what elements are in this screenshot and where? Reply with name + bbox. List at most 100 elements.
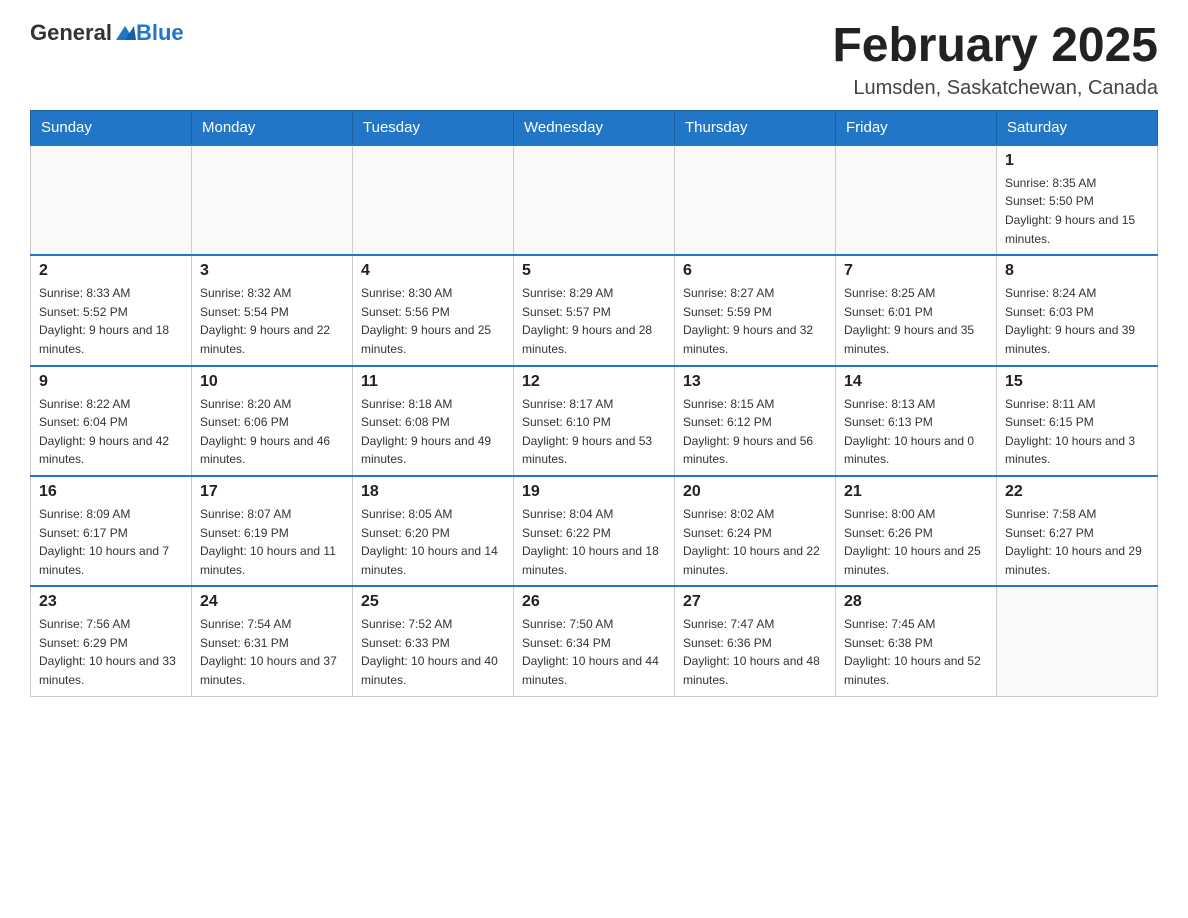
day-number: 12 <box>522 373 666 391</box>
day-number: 15 <box>1005 373 1149 391</box>
day-info: Sunrise: 8:05 AM Sunset: 6:20 PM Dayligh… <box>361 505 505 579</box>
day-info: Sunrise: 8:13 AM Sunset: 6:13 PM Dayligh… <box>844 395 988 469</box>
col-saturday: Saturday <box>997 110 1158 145</box>
day-info: Sunrise: 8:09 AM Sunset: 6:17 PM Dayligh… <box>39 505 183 579</box>
table-row: 18 Sunrise: 8:05 AM Sunset: 6:20 PM Dayli… <box>353 476 514 586</box>
table-row: 5 Sunrise: 8:29 AM Sunset: 5:57 PM Daylig… <box>514 255 675 365</box>
day-info: Sunrise: 8:30 AM Sunset: 5:56 PM Dayligh… <box>361 284 505 358</box>
day-number: 10 <box>200 373 344 391</box>
table-row: 17 Sunrise: 8:07 AM Sunset: 6:19 PM Dayli… <box>192 476 353 586</box>
table-row: 2 Sunrise: 8:33 AM Sunset: 5:52 PM Daylig… <box>31 255 192 365</box>
day-info: Sunrise: 8:15 AM Sunset: 6:12 PM Dayligh… <box>683 395 827 469</box>
day-number: 22 <box>1005 483 1149 501</box>
table-row <box>514 145 675 255</box>
day-info: Sunrise: 8:22 AM Sunset: 6:04 PM Dayligh… <box>39 395 183 469</box>
col-sunday: Sunday <box>31 110 192 145</box>
table-row: 4Sunrise: 8:30 AM Sunset: 5:56 PM Daylig… <box>353 255 514 365</box>
day-number: 5 <box>522 262 666 280</box>
table-row: 26Sunrise: 7:50 AM Sunset: 6:34 PM Dayli… <box>514 586 675 696</box>
table-row: 20 Sunrise: 8:02 AM Sunset: 6:24 PM Dayli… <box>675 476 836 586</box>
table-row: 3 Sunrise: 8:32 AM Sunset: 5:54 PM Daylig… <box>192 255 353 365</box>
table-row: 9 Sunrise: 8:22 AM Sunset: 6:04 PM Daylig… <box>31 366 192 476</box>
table-row: 19Sunrise: 8:04 AM Sunset: 6:22 PM Dayli… <box>514 476 675 586</box>
day-info: Sunrise: 8:02 AM Sunset: 6:24 PM Dayligh… <box>683 505 827 579</box>
day-number: 16 <box>39 483 183 501</box>
day-info: Sunrise: 8:32 AM Sunset: 5:54 PM Dayligh… <box>200 284 344 358</box>
logo-icon <box>114 22 136 44</box>
day-number: 17 <box>200 483 344 501</box>
day-number: 24 <box>200 593 344 611</box>
location-subtitle: Lumsden, Saskatchewan, Canada <box>832 77 1158 100</box>
day-info: Sunrise: 7:58 AM Sunset: 6:27 PM Dayligh… <box>1005 505 1149 579</box>
day-number: 1 <box>1005 152 1149 170</box>
day-info: Sunrise: 8:00 AM Sunset: 6:26 PM Dayligh… <box>844 505 988 579</box>
day-info: Sunrise: 8:35 AM Sunset: 5:50 PM Dayligh… <box>1005 174 1149 248</box>
table-row <box>836 145 997 255</box>
calendar-week-row: 23 Sunrise: 7:56 AM Sunset: 6:29 PM Dayli… <box>31 586 1158 696</box>
day-info: Sunrise: 8:29 AM Sunset: 5:57 PM Dayligh… <box>522 284 666 358</box>
day-info: Sunrise: 8:20 AM Sunset: 6:06 PM Dayligh… <box>200 395 344 469</box>
table-row: 28 Sunrise: 7:45 AM Sunset: 6:38 PM Dayli… <box>836 586 997 696</box>
day-number: 3 <box>200 262 344 280</box>
day-number: 25 <box>361 593 505 611</box>
day-info: Sunrise: 8:33 AM Sunset: 5:52 PM Dayligh… <box>39 284 183 358</box>
calendar-header-row: Sunday Monday Tuesday Wednesday Thursday… <box>31 110 1158 145</box>
table-row: 1 Sunrise: 8:35 AM Sunset: 5:50 PM Daylig… <box>997 145 1158 255</box>
table-row: 16 Sunrise: 8:09 AM Sunset: 6:17 PM Dayli… <box>31 476 192 586</box>
table-row: 6Sunrise: 8:27 AM Sunset: 5:59 PM Daylig… <box>675 255 836 365</box>
calendar-week-row: 1 Sunrise: 8:35 AM Sunset: 5:50 PM Daylig… <box>31 145 1158 255</box>
day-number: 20 <box>683 483 827 501</box>
day-number: 21 <box>844 483 988 501</box>
calendar-week-row: 16 Sunrise: 8:09 AM Sunset: 6:17 PM Dayli… <box>31 476 1158 586</box>
table-row: 23 Sunrise: 7:56 AM Sunset: 6:29 PM Dayli… <box>31 586 192 696</box>
day-info: Sunrise: 7:45 AM Sunset: 6:38 PM Dayligh… <box>844 615 988 689</box>
day-info: Sunrise: 8:17 AM Sunset: 6:10 PM Dayligh… <box>522 395 666 469</box>
calendar-week-row: 2 Sunrise: 8:33 AM Sunset: 5:52 PM Daylig… <box>31 255 1158 365</box>
col-friday: Friday <box>836 110 997 145</box>
day-number: 18 <box>361 483 505 501</box>
table-row <box>353 145 514 255</box>
day-info: Sunrise: 8:24 AM Sunset: 6:03 PM Dayligh… <box>1005 284 1149 358</box>
day-info: Sunrise: 8:04 AM Sunset: 6:22 PM Dayligh… <box>522 505 666 579</box>
table-row: 10 Sunrise: 8:20 AM Sunset: 6:06 PM Dayli… <box>192 366 353 476</box>
table-row: 13Sunrise: 8:15 AM Sunset: 6:12 PM Dayli… <box>675 366 836 476</box>
day-number: 6 <box>683 262 827 280</box>
calendar-table: Sunday Monday Tuesday Wednesday Thursday… <box>30 110 1158 697</box>
day-number: 9 <box>39 373 183 391</box>
col-thursday: Thursday <box>675 110 836 145</box>
table-row: 7Sunrise: 8:25 AM Sunset: 6:01 PM Daylig… <box>836 255 997 365</box>
col-monday: Monday <box>192 110 353 145</box>
day-number: 23 <box>39 593 183 611</box>
day-number: 7 <box>844 262 988 280</box>
month-title: February 2025 <box>832 20 1158 73</box>
table-row: 8 Sunrise: 8:24 AM Sunset: 6:03 PM Daylig… <box>997 255 1158 365</box>
table-row <box>675 145 836 255</box>
day-info: Sunrise: 7:56 AM Sunset: 6:29 PM Dayligh… <box>39 615 183 689</box>
day-info: Sunrise: 7:52 AM Sunset: 6:33 PM Dayligh… <box>361 615 505 689</box>
page-header: General Blue February 2025 Lumsden, Sask… <box>30 20 1158 100</box>
table-row: 22 Sunrise: 7:58 AM Sunset: 6:27 PM Dayli… <box>997 476 1158 586</box>
logo-general-text: General <box>30 20 112 46</box>
table-row <box>31 145 192 255</box>
table-row <box>192 145 353 255</box>
day-info: Sunrise: 8:18 AM Sunset: 6:08 PM Dayligh… <box>361 395 505 469</box>
day-number: 28 <box>844 593 988 611</box>
logo: General Blue <box>30 20 184 46</box>
day-number: 14 <box>844 373 988 391</box>
table-row: 21 Sunrise: 8:00 AM Sunset: 6:26 PM Dayli… <box>836 476 997 586</box>
table-row <box>997 586 1158 696</box>
day-number: 26 <box>522 593 666 611</box>
calendar-week-row: 9 Sunrise: 8:22 AM Sunset: 6:04 PM Daylig… <box>31 366 1158 476</box>
title-section: February 2025 Lumsden, Saskatchewan, Can… <box>832 20 1158 100</box>
table-row: 14 Sunrise: 8:13 AM Sunset: 6:13 PM Dayli… <box>836 366 997 476</box>
col-wednesday: Wednesday <box>514 110 675 145</box>
day-info: Sunrise: 8:11 AM Sunset: 6:15 PM Dayligh… <box>1005 395 1149 469</box>
day-info: Sunrise: 8:07 AM Sunset: 6:19 PM Dayligh… <box>200 505 344 579</box>
table-row: 24 Sunrise: 7:54 AM Sunset: 6:31 PM Dayli… <box>192 586 353 696</box>
day-info: Sunrise: 7:54 AM Sunset: 6:31 PM Dayligh… <box>200 615 344 689</box>
table-row: 11Sunrise: 8:18 AM Sunset: 6:08 PM Dayli… <box>353 366 514 476</box>
day-number: 8 <box>1005 262 1149 280</box>
day-info: Sunrise: 7:47 AM Sunset: 6:36 PM Dayligh… <box>683 615 827 689</box>
day-number: 2 <box>39 262 183 280</box>
day-number: 27 <box>683 593 827 611</box>
